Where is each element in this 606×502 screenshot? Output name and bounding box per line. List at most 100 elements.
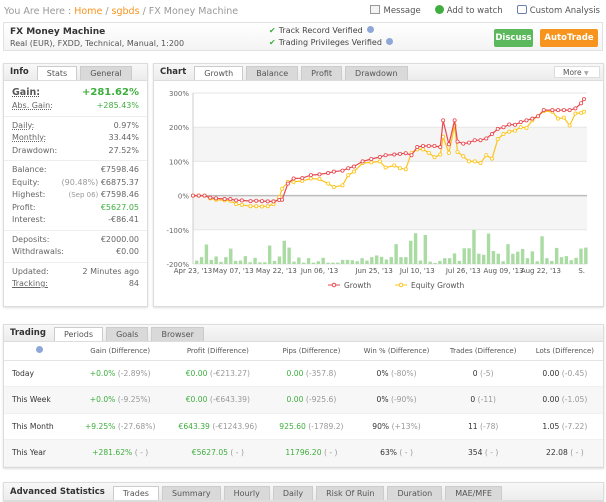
cell-pips: 925.60 (-1789.2) xyxy=(269,413,354,440)
volume-bar xyxy=(418,260,423,264)
data-point xyxy=(507,122,512,127)
volume-bar xyxy=(472,229,476,264)
autotrade-button[interactable]: AutoTrade xyxy=(540,29,598,47)
y-tick-label: 0% xyxy=(178,193,189,201)
breadcrumb-home[interactable]: Home xyxy=(74,6,102,17)
tab-drawdown[interactable]: Drawdown xyxy=(345,66,408,80)
monthly-label[interactable]: Monthly: xyxy=(12,132,46,145)
periods-table: Gain (Difference) Profit (Difference) Pips… xyxy=(4,342,603,467)
data-point xyxy=(495,137,500,142)
interest-label: Interest: xyxy=(12,215,46,224)
volume-bar xyxy=(413,233,418,264)
data-point xyxy=(567,123,572,128)
data-point xyxy=(397,151,402,156)
lots-value: 0.00 xyxy=(542,368,560,378)
volume-bar xyxy=(530,251,535,264)
trading-tabs: Trading Periods Goals Browser xyxy=(4,325,603,342)
win-difference: (-90%) xyxy=(390,395,417,405)
tab-hourly[interactable]: Hourly xyxy=(223,486,270,500)
volume-bar xyxy=(331,262,335,264)
data-point xyxy=(472,159,477,164)
tab-balance[interactable]: Balance xyxy=(246,66,299,80)
equity-value: €6875.37 xyxy=(100,177,139,187)
message-link[interactable]: Message xyxy=(370,5,421,16)
volume-bar xyxy=(443,258,447,264)
trades-value: 354 xyxy=(467,448,483,458)
cell-win: 63% ( - ) xyxy=(353,439,440,467)
col-win: Win % (Difference) xyxy=(353,342,440,361)
tab-profit[interactable]: Profit xyxy=(301,66,343,80)
data-point xyxy=(265,199,270,204)
pips-difference: (-1789.2) xyxy=(308,421,344,431)
data-point xyxy=(573,106,578,111)
tab-duration[interactable]: Duration xyxy=(387,486,443,500)
tab-growth[interactable]: Growth xyxy=(194,66,244,80)
cell-gain: +9.25% (-27.68%) xyxy=(74,413,167,440)
win-difference: (+13%) xyxy=(391,421,421,431)
period-label: This Month xyxy=(4,413,74,440)
volume-bar xyxy=(491,251,496,264)
custom-analysis-link[interactable]: Custom Analysis xyxy=(516,5,600,16)
discuss-button[interactable]: Discuss xyxy=(494,29,533,47)
tab-stats[interactable]: Stats xyxy=(36,66,78,80)
data-point xyxy=(222,197,227,202)
table-row: This Year +281.62% ( - ) €5627.05 ( - ) 117… xyxy=(4,439,603,467)
abs-gain-label[interactable]: Abs. Gain: xyxy=(12,100,53,113)
data-point xyxy=(579,101,584,106)
help-icon[interactable] xyxy=(366,26,374,33)
volume-bar xyxy=(501,261,505,264)
tab-risk-of-ruin[interactable]: Risk Of Ruin xyxy=(316,486,385,500)
gain-label[interactable]: Gain: xyxy=(12,86,40,100)
volume-bar xyxy=(477,253,481,264)
data-point xyxy=(351,164,356,169)
daily-label[interactable]: Daily: xyxy=(12,120,34,133)
pips-difference: (-357.8) xyxy=(305,368,337,378)
volume-bar xyxy=(423,234,428,264)
tab-summary[interactable]: Summary xyxy=(161,486,221,500)
tab-browser[interactable]: Browser xyxy=(151,327,204,341)
data-point xyxy=(317,172,322,177)
advanced-title: Advanced Statistics xyxy=(10,487,105,497)
volume-bar xyxy=(243,256,248,264)
tab-mae-mfe[interactable]: MAE/MFE xyxy=(445,486,502,500)
volume-bar xyxy=(462,248,466,264)
data-point xyxy=(239,198,244,203)
volume-bar xyxy=(511,253,515,264)
data-point xyxy=(512,122,517,127)
more-dropdown[interactable]: More ▼ xyxy=(554,66,600,78)
cell-profit: €0.00 (-€213.27) xyxy=(166,360,270,387)
volume-bar xyxy=(525,258,530,264)
help-icon[interactable] xyxy=(385,38,393,45)
data-point xyxy=(484,153,489,158)
cell-pips: 0.00 (-925.6) xyxy=(269,386,354,414)
custom-analysis-label: Custom Analysis xyxy=(529,6,600,16)
breadcrumb-user[interactable]: sgbds xyxy=(112,6,140,17)
data-point xyxy=(489,132,494,137)
tab-goals[interactable]: Goals xyxy=(106,327,149,341)
tracking-link[interactable]: Tracking: xyxy=(12,278,48,291)
tab-periods[interactable]: Periods xyxy=(53,327,104,341)
data-point xyxy=(478,161,483,166)
volume-bar xyxy=(457,260,462,264)
abs-gain-value: +285.43% xyxy=(96,101,139,110)
tab-daily[interactable]: Daily xyxy=(272,486,314,500)
info-title: Info xyxy=(10,67,29,77)
col-pips: Pips (Difference) xyxy=(269,342,354,361)
volume-bar xyxy=(263,262,267,264)
volume-bar xyxy=(481,254,486,264)
tab-trades[interactable]: Trades xyxy=(112,486,159,500)
add-to-watch-label: Add to watch xyxy=(446,6,503,16)
volume-bar xyxy=(345,259,350,264)
volume-bar xyxy=(579,248,583,264)
add-to-watch-link[interactable]: Add to watch xyxy=(434,5,503,16)
help-icon[interactable] xyxy=(35,346,43,354)
trading-title: Trading xyxy=(10,328,46,338)
volume-bar xyxy=(370,257,374,264)
data-point xyxy=(573,111,578,116)
lots-difference: (-7.22) xyxy=(561,421,588,431)
x-tick-label: Jul 10, '13 xyxy=(399,267,435,275)
info-panel: Info Stats General Gain: +281.62% Abs. Gain… xyxy=(3,63,148,307)
tab-general[interactable]: General xyxy=(80,66,132,80)
data-point xyxy=(340,183,345,188)
pips-value: 925.60 xyxy=(279,421,306,431)
